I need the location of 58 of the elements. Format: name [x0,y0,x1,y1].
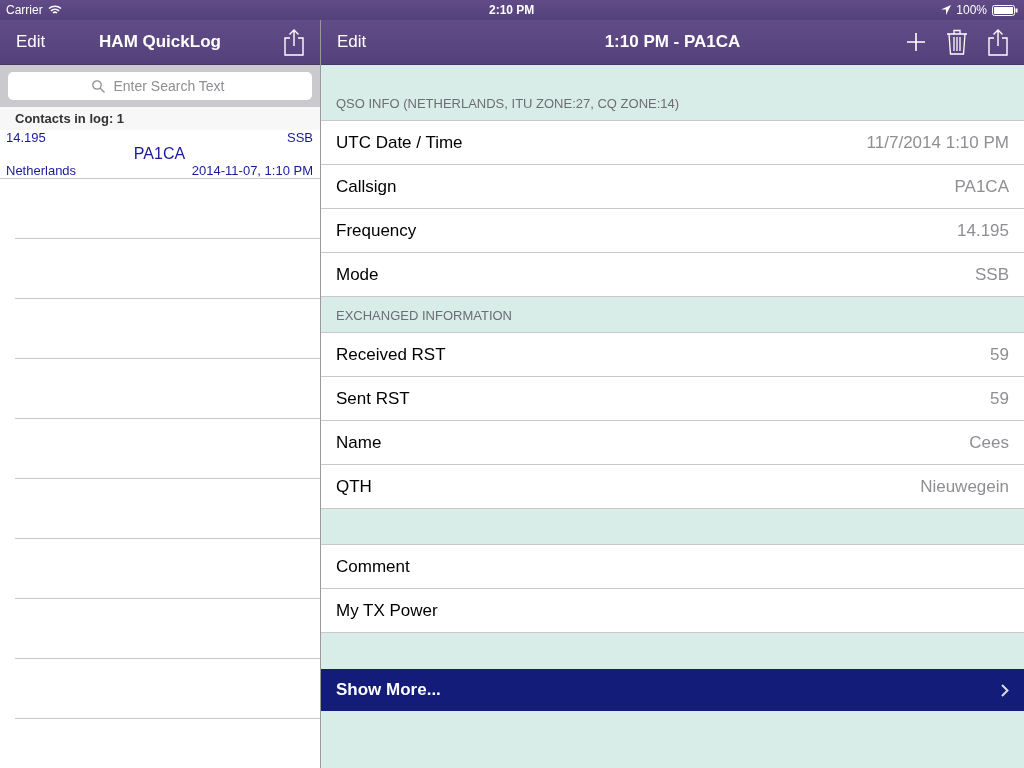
delete-button[interactable] [946,29,968,55]
field-label: Frequency [336,220,417,241]
detail-row[interactable]: Frequency 14.195 [321,208,1024,252]
field-value: PA1CA [954,176,1009,197]
section-header: EXCHANGED INFORMATION [336,308,512,323]
section-header: Contacts in log: 1 [0,107,320,130]
detail-row[interactable]: Callsign PA1CA [321,164,1024,208]
field-label: QTH [336,476,372,497]
share-button[interactable] [284,28,304,56]
plus-icon [906,32,926,52]
detail-row[interactable]: Comment [321,545,1024,588]
detail-row[interactable]: UTC Date / Time 11/7/2014 1:10 PM [321,121,1024,164]
field-value: Nieuwegein [920,476,1009,497]
field-value: 14.195 [957,220,1009,241]
location-arrow-icon [941,5,952,15]
share-button[interactable] [988,28,1008,56]
field-label: Name [336,432,382,453]
battery-icon [992,4,1018,16]
field-label: My TX Power [336,600,438,621]
nav-title: 1:10 PM - PA1CA [604,32,741,52]
field-label: UTC Date / Time [336,132,463,153]
nav-title: HAM QuickLog [99,32,221,52]
mode-text: SSB [287,130,313,145]
search-field[interactable]: Enter Search Text [8,72,312,100]
edit-button[interactable]: Edit [16,32,46,52]
add-button[interactable] [906,32,926,52]
battery-percent: 100% [956,3,987,17]
show-more-button[interactable]: Show More... [321,669,1024,711]
carrier-text: Carrier [6,3,43,17]
field-label: Callsign [336,176,397,197]
share-icon [284,28,304,56]
datetime-text: 2014-11-07, 1:10 PM [191,163,313,178]
search-icon [92,80,105,93]
detail-row[interactable]: Mode SSB [321,252,1024,296]
country-text: Netherlands [6,163,78,178]
share-icon [988,28,1008,56]
edit-button[interactable]: Edit [337,32,367,52]
chevron-right-icon [1001,683,1009,697]
field-value: 59 [990,388,1009,409]
field-value: Cees [969,432,1009,453]
field-value: 11/7/2014 1:10 PM [866,132,1009,153]
detail-row[interactable]: QTH Nieuwegein [321,464,1024,508]
detail-row[interactable]: Sent RST 59 [321,376,1024,420]
field-value: 59 [990,344,1009,365]
field-label: Comment [336,556,410,577]
detail-row[interactable]: Name Cees [321,420,1024,464]
section-header: QSO INFO (NETHERLANDS, ITU ZONE:27, CQ ZONE:14) [336,96,680,111]
wifi-icon [47,5,62,15]
detail-row[interactable]: Received RST 59 [321,333,1024,376]
field-value: SSB [974,264,1009,285]
detail-row[interactable]: My TX Power [321,588,1024,632]
field-label: Mode [336,264,379,285]
callsign-text: PA1CA [133,145,186,163]
field-label: Received RST [336,344,446,365]
trash-icon [946,29,968,55]
frequency-text: 14.195 [6,130,47,145]
field-label: Sent RST [336,388,410,409]
status-time: 2:10 PM [489,3,535,17]
